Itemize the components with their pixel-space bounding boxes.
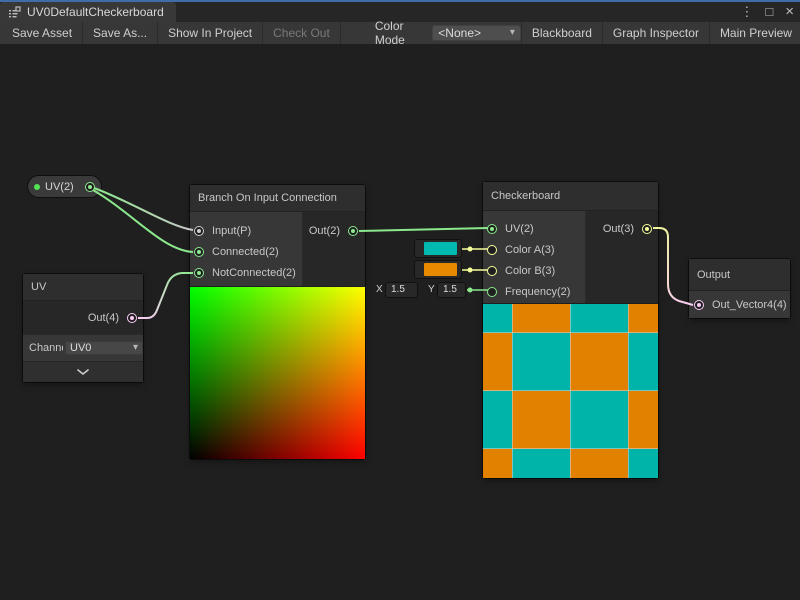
- frequency-y-label: Y: [428, 284, 435, 295]
- port-row: Color B(3): [483, 260, 585, 281]
- port-row: Out_Vector4(4): [689, 291, 790, 318]
- color-mode-dropdown[interactable]: <None> ▾: [432, 25, 521, 41]
- main-preview-toggle-button[interactable]: Main Preview: [709, 22, 800, 44]
- channel-label: Channel: [29, 342, 63, 354]
- edge-branch-out2-to-checker-uv2[interactable]: [359, 228, 488, 231]
- toolbar-right-group: Blackboard Graph Inspector Main Preview: [521, 22, 800, 44]
- port-checker-color-b[interactable]: [487, 266, 497, 276]
- port-output-vector4[interactable]: [694, 300, 704, 310]
- port-row: Out(3): [586, 218, 658, 239]
- connector-dot-color-a: [468, 247, 473, 252]
- color-a-picker[interactable]: [415, 240, 461, 257]
- port-row: Input(P): [190, 220, 302, 241]
- chevron-down-icon: [77, 369, 89, 375]
- frequency-y-field[interactable]: 1.5: [438, 283, 465, 297]
- node-title: UV: [23, 274, 143, 301]
- edge-checker-out3-to-output-vector4[interactable]: [653, 228, 693, 305]
- toolbar: Save Asset Save As... Show In Project Ch…: [0, 22, 800, 45]
- edge-uvout4-to-branch-notconnected[interactable]: [138, 273, 193, 318]
- port-label: Out(2): [309, 225, 340, 237]
- port-label: NotConnected(2): [212, 267, 296, 279]
- graph-canvas[interactable]: UV(2) Branch On Input Connection Input(P…: [0, 44, 800, 600]
- close-icon[interactable]: ×: [785, 2, 794, 22]
- port-row: NotConnected(2): [190, 262, 302, 283]
- port-branch-out2[interactable]: [348, 226, 358, 236]
- port-row: Color A(3): [483, 239, 585, 260]
- node-title: Branch On Input Connection: [190, 185, 365, 212]
- port-checker-out3[interactable]: [642, 224, 652, 234]
- port-uv2-property-out[interactable]: [85, 182, 95, 192]
- preview-collapse-bar[interactable]: [23, 361, 143, 382]
- edge-uv2property-to-branch-input[interactable]: [94, 188, 193, 230]
- color-mode-group: Color Mode <None> ▾: [367, 22, 521, 44]
- port-label: Color A(3): [505, 244, 555, 256]
- port-label: Frequency(2): [505, 286, 570, 298]
- port-branch-notconnected[interactable]: [194, 268, 204, 278]
- port-branch-input-p[interactable]: [194, 226, 204, 236]
- chevron-down-icon: ▾: [133, 343, 138, 353]
- color-mode-label: Color Mode: [367, 19, 432, 47]
- connector-dot-color-b: [468, 268, 473, 273]
- window-controls: ⋮ □ ×: [740, 2, 794, 22]
- show-in-project-button[interactable]: Show In Project: [158, 22, 263, 44]
- tab-shader-graph[interactable]: UV0DefaultCheckerboard: [0, 2, 176, 22]
- channel-dropdown[interactable]: UV0 ▾: [65, 341, 143, 355]
- color-a-swatch[interactable]: [424, 242, 457, 255]
- port-branch-connected[interactable]: [194, 247, 204, 257]
- edge-uv2property-to-branch-connected[interactable]: [93, 190, 193, 252]
- node-uv2-property[interactable]: UV(2): [28, 176, 101, 197]
- port-row: Out(4): [23, 301, 143, 334]
- port-row: Out(2): [303, 220, 365, 241]
- frequency-x-label: X: [376, 284, 383, 295]
- port-row: UV(2): [483, 218, 585, 239]
- kebab-menu-icon[interactable]: ⋮: [740, 2, 753, 22]
- frequency-x-field[interactable]: 1.5: [386, 283, 417, 297]
- port-label: Out(3): [603, 223, 634, 235]
- chevron-down-icon: ▾: [510, 28, 515, 38]
- save-asset-button[interactable]: Save Asset: [2, 22, 83, 44]
- node-checkerboard[interactable]: Checkerboard UV(2) Color A(3) Color B(3): [483, 182, 658, 478]
- check-out-button: Check Out: [263, 22, 341, 44]
- shader-graph-window: UV0DefaultCheckerboard ⋮ □ × Save Asset …: [0, 0, 800, 600]
- port-label: Out(4): [88, 312, 119, 324]
- port-label: Connected(2): [212, 246, 279, 258]
- channel-row: Channel UV0 ▾: [23, 334, 143, 361]
- port-checker-uv2[interactable]: [487, 224, 497, 234]
- connector-dot-frequency: [468, 288, 473, 293]
- property-exposed-dot-icon: [34, 184, 40, 190]
- node-title: Checkerboard: [483, 182, 658, 211]
- color-mode-value: <None>: [438, 26, 481, 40]
- port-label: Out_Vector4(4): [712, 299, 787, 311]
- port-checker-color-a[interactable]: [487, 245, 497, 255]
- save-as-button[interactable]: Save As...: [83, 22, 158, 44]
- tab-title: UV0DefaultCheckerboard: [27, 5, 164, 19]
- property-node-label: UV(2): [45, 181, 74, 193]
- port-label: Color B(3): [505, 265, 555, 277]
- color-b-picker[interactable]: [415, 261, 461, 278]
- port-row: Connected(2): [190, 241, 302, 262]
- graph-inspector-toggle-button[interactable]: Graph Inspector: [602, 22, 709, 44]
- shader-graph-asset-icon: [8, 6, 21, 19]
- checkerboard-node-preview: [483, 303, 658, 478]
- node-title: Output: [689, 259, 790, 291]
- port-label: UV(2): [505, 223, 534, 235]
- node-uv[interactable]: UV Out(4) Channel UV0 ▾: [23, 274, 143, 382]
- port-row: Frequency(2): [483, 281, 585, 302]
- maximize-icon[interactable]: □: [765, 2, 773, 22]
- port-checker-frequency[interactable]: [487, 287, 497, 297]
- port-label: Input(P): [212, 225, 251, 237]
- node-branch-on-input-connection[interactable]: Branch On Input Connection Input(P) Conn…: [190, 185, 365, 459]
- channel-value: UV0: [70, 342, 91, 354]
- color-b-swatch[interactable]: [424, 263, 457, 276]
- blackboard-toggle-button[interactable]: Blackboard: [521, 22, 602, 44]
- port-uv-out4[interactable]: [127, 313, 137, 323]
- node-output[interactable]: Output Out_Vector4(4): [689, 259, 790, 318]
- branch-node-uv-preview: [190, 286, 365, 459]
